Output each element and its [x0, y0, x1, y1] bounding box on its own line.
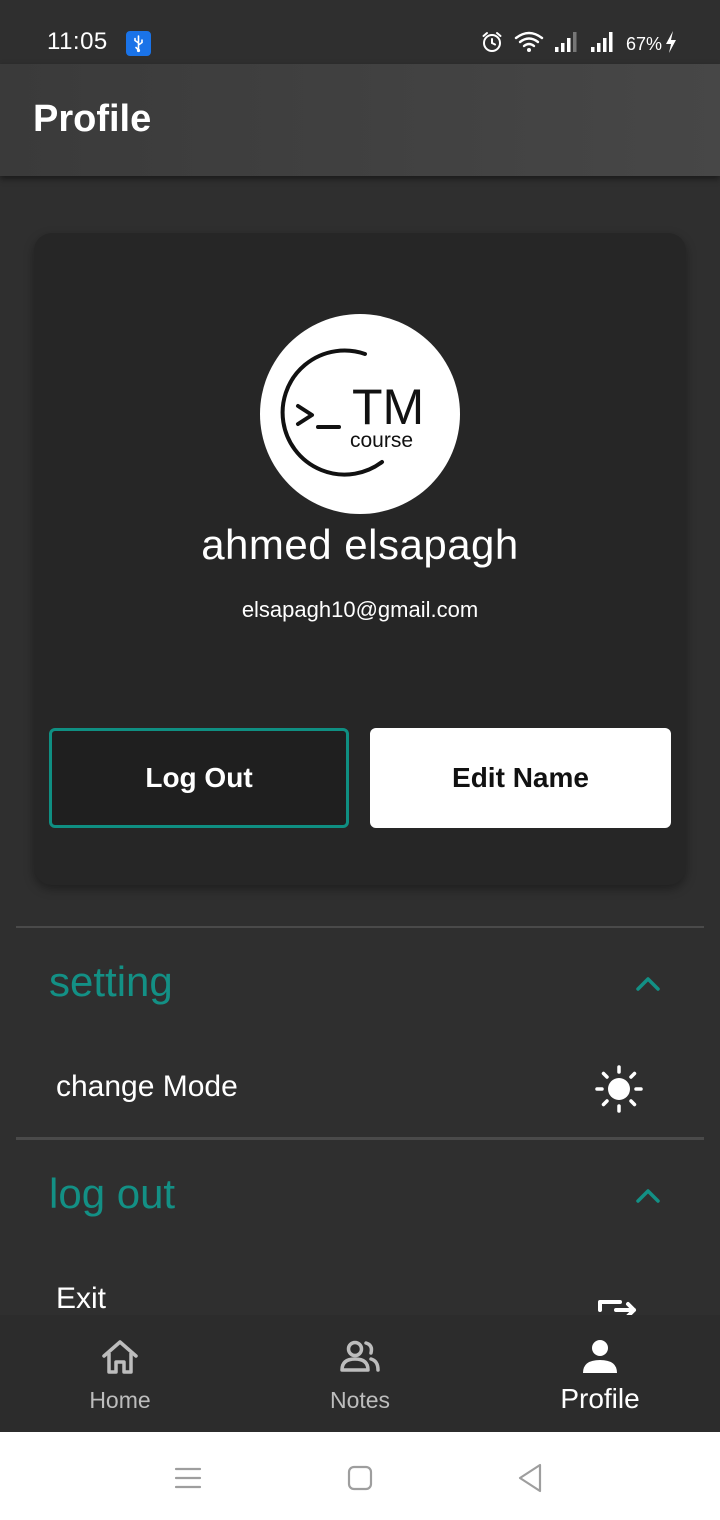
logo-subtitle: course	[350, 429, 413, 452]
usb-icon	[126, 31, 151, 56]
profile-card: TM course ahmed elsapagh elsapagh10@gmai…	[34, 233, 686, 885]
chevron-up-icon[interactable]	[632, 1180, 664, 1212]
section-title: log out	[49, 1170, 176, 1217]
wifi-icon	[514, 30, 544, 59]
signal-icon	[554, 31, 580, 58]
nav-item-home[interactable]: Home	[0, 1315, 240, 1432]
logo-title: TM	[352, 379, 424, 435]
menu-icon[interactable]	[170, 1460, 206, 1496]
edit-name-button-label: Edit Name	[452, 762, 589, 793]
item-label: change Mode	[56, 1070, 238, 1103]
nav-label: Profile	[560, 1383, 640, 1414]
back-icon[interactable]	[512, 1460, 548, 1496]
user-name: ahmed elsapagh	[201, 521, 519, 568]
sun-icon[interactable]	[594, 1064, 644, 1114]
bottom-nav: Home Notes Profile	[0, 1315, 720, 1432]
battery-percent: 67%	[625, 33, 662, 54]
charging-icon	[664, 30, 678, 59]
section-header-log-out[interactable]: log out	[16, 1152, 704, 1242]
profile-screen: 11:05 67% Profile TM course ahmed elsapa…	[0, 0, 720, 1520]
home-square-icon[interactable]	[342, 1460, 378, 1496]
nav-item-profile[interactable]: Profile	[480, 1315, 720, 1432]
system-nav-bar	[0, 1432, 720, 1520]
app-bar: Profile	[0, 64, 720, 176]
edit-name-button[interactable]: Edit Name	[370, 728, 671, 828]
list-item-change-mode[interactable]: change Mode	[16, 1046, 704, 1132]
people-icon	[340, 1337, 380, 1377]
section-header-setting[interactable]: setting	[16, 940, 704, 1030]
avatar: TM course	[260, 314, 460, 514]
chevron-up-icon[interactable]	[632, 968, 664, 1000]
status-icons: 67%	[480, 30, 678, 58]
tm-course-logo: TM course	[280, 348, 424, 477]
nav-label: Home	[89, 1387, 151, 1413]
user-email: elsapagh10@gmail.com	[241, 597, 479, 622]
nav-item-notes[interactable]: Notes	[240, 1315, 480, 1432]
alarm-icon	[480, 30, 504, 59]
page-title: Profile	[33, 98, 152, 140]
section-title: setting	[49, 958, 173, 1005]
status-bar: 11:05 67%	[0, 0, 720, 64]
logout-button[interactable]: Log Out	[49, 728, 349, 828]
person-icon	[580, 1337, 620, 1377]
status-time: 11:05	[47, 28, 108, 55]
item-label: Exit	[56, 1282, 107, 1315]
signal-icon	[590, 31, 616, 58]
divider	[16, 926, 704, 928]
logout-button-label: Log Out	[145, 762, 253, 793]
nav-label: Notes	[329, 1387, 391, 1413]
home-icon	[100, 1337, 140, 1377]
divider	[16, 1137, 704, 1140]
